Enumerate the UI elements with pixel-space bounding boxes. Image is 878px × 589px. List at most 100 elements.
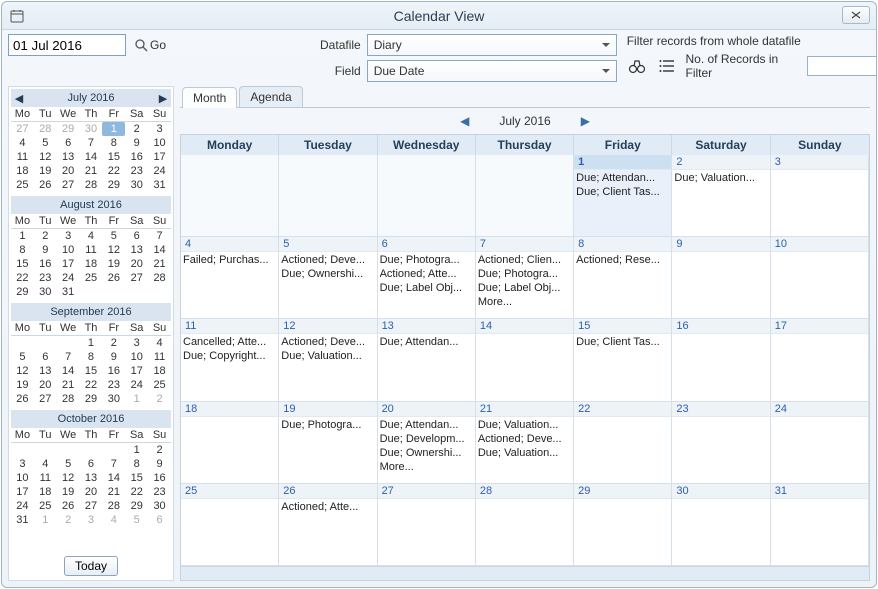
calendar-cell[interactable]: 16 xyxy=(672,319,770,401)
mini-day[interactable]: 28 xyxy=(80,178,103,192)
mini-day[interactable]: 20 xyxy=(80,485,103,499)
event-item[interactable]: Due; Ownershi... xyxy=(281,267,374,281)
mini-day[interactable]: 16 xyxy=(34,257,57,271)
event-item[interactable]: Actioned; Clien... xyxy=(478,253,571,267)
mini-day[interactable]: 11 xyxy=(80,243,103,257)
mini-day[interactable]: 19 xyxy=(57,485,80,499)
mini-day[interactable]: 25 xyxy=(148,378,171,392)
mini-day[interactable]: 20 xyxy=(57,164,80,178)
mini-day[interactable]: 4 xyxy=(11,136,34,150)
mini-day[interactable]: 26 xyxy=(11,392,34,406)
list-icon[interactable] xyxy=(656,55,677,77)
event-item[interactable]: Due; Attendan... xyxy=(380,418,473,432)
mini-day[interactable]: 22 xyxy=(11,271,34,285)
calendar-cell[interactable]: 24 xyxy=(771,402,869,484)
mini-day[interactable]: 11 xyxy=(11,150,34,164)
mini-day-other[interactable]: 30 xyxy=(80,122,103,136)
mini-day[interactable]: 12 xyxy=(57,471,80,485)
date-input[interactable] xyxy=(8,34,126,56)
mini-day[interactable]: 29 xyxy=(102,178,125,192)
event-item[interactable]: Due; Label Obj... xyxy=(478,281,571,295)
mini-day[interactable]: 5 xyxy=(57,457,80,471)
mini-day[interactable]: 2 xyxy=(125,122,148,136)
calendar-cell[interactable]: 5Actioned; Deve...Due; Ownershi... xyxy=(279,237,377,319)
calendar-cell[interactable]: 2Due; Valuation... xyxy=(672,155,770,237)
calendar-cell[interactable]: 11Cancelled; Atte...Due; Copyright... xyxy=(181,319,279,401)
mini-day-other[interactable]: 1 xyxy=(34,513,57,527)
event-item[interactable]: Due; Client Tas... xyxy=(576,335,669,349)
mini-day[interactable]: 6 xyxy=(125,229,148,243)
mini-day[interactable]: 8 xyxy=(11,243,34,257)
mini-day[interactable]: 27 xyxy=(57,178,80,192)
event-item[interactable]: Actioned; Deve... xyxy=(478,432,571,446)
mini-day[interactable]: 22 xyxy=(80,378,103,392)
mini-day[interactable]: 1 xyxy=(125,443,148,457)
event-item[interactable]: Actioned; Atte... xyxy=(380,267,473,281)
event-item[interactable]: Due; Label Obj... xyxy=(380,281,473,295)
mini-day[interactable]: 17 xyxy=(125,364,148,378)
mini-day[interactable]: 5 xyxy=(102,229,125,243)
mini-day[interactable]: 8 xyxy=(102,136,125,150)
event-item[interactable]: More... xyxy=(478,295,571,309)
mini-day[interactable]: 12 xyxy=(102,243,125,257)
calendar-cell[interactable]: 26Actioned; Atte... xyxy=(279,484,377,566)
calendar-cell[interactable]: 7Actioned; Clien...Due; Photogra...Due; … xyxy=(476,237,574,319)
record-count-field[interactable] xyxy=(807,56,877,76)
calendar-cell[interactable]: 23 xyxy=(672,402,770,484)
mini-day-other[interactable]: 4 xyxy=(102,513,125,527)
calendar-cell[interactable]: 30 xyxy=(672,484,770,566)
mini-day[interactable]: 10 xyxy=(11,471,34,485)
mini-day[interactable]: 28 xyxy=(148,271,171,285)
mini-day[interactable]: 7 xyxy=(102,457,125,471)
mini-day[interactable]: 22 xyxy=(125,485,148,499)
mini-day[interactable]: 13 xyxy=(57,150,80,164)
mini-day[interactable]: 23 xyxy=(148,485,171,499)
mini-day[interactable]: 19 xyxy=(34,164,57,178)
calendar-cell[interactable]: 21Due; Valuation...Actioned; Deve...Due;… xyxy=(476,402,574,484)
calendar-cell[interactable]: 13Due; Attendan... xyxy=(378,319,476,401)
mini-day[interactable]: 25 xyxy=(34,499,57,513)
mini-day[interactable]: 20 xyxy=(125,257,148,271)
next-month-button[interactable]: ▶ xyxy=(581,114,590,128)
mini-day[interactable]: 23 xyxy=(102,378,125,392)
event-item[interactable]: Actioned; Deve... xyxy=(281,335,374,349)
go-button[interactable]: Go xyxy=(130,34,170,56)
mini-day[interactable]: 2 xyxy=(102,336,125,350)
calendar-cell[interactable]: 20Due; Attendan...Due; Developm...Due; O… xyxy=(378,402,476,484)
event-item[interactable]: Due; Valuation... xyxy=(478,446,571,460)
mini-day[interactable]: 16 xyxy=(148,471,171,485)
mini-day-other[interactable]: 28 xyxy=(34,122,57,136)
event-item[interactable]: Actioned; Atte... xyxy=(281,500,374,514)
mini-day[interactable]: 17 xyxy=(148,150,171,164)
mini-day[interactable]: 14 xyxy=(102,471,125,485)
mini-day[interactable]: 18 xyxy=(148,364,171,378)
event-item[interactable]: More... xyxy=(380,460,473,474)
event-item[interactable]: Due; Valuation... xyxy=(674,171,767,185)
calendar-cell[interactable]: 25 xyxy=(181,484,279,566)
mini-day[interactable]: 9 xyxy=(102,350,125,364)
mini-day[interactable]: 30 xyxy=(102,392,125,406)
mini-day[interactable]: 7 xyxy=(57,350,80,364)
mini-day[interactable]: 9 xyxy=(148,457,171,471)
mini-day[interactable]: 29 xyxy=(125,499,148,513)
calendar-cell[interactable]: 4Failed; Purchas... xyxy=(181,237,279,319)
calendar-cell[interactable]: 31 xyxy=(771,484,869,566)
mini-day[interactable]: 13 xyxy=(34,364,57,378)
close-button[interactable] xyxy=(842,6,870,24)
mini-day[interactable]: 3 xyxy=(11,457,34,471)
mini-day[interactable]: 6 xyxy=(80,457,103,471)
calendar-cell[interactable]: 8Actioned; Rese... xyxy=(574,237,672,319)
mini-day[interactable]: 14 xyxy=(80,150,103,164)
mini-day[interactable]: 20 xyxy=(34,378,57,392)
mini-day-other[interactable]: 6 xyxy=(148,513,171,527)
mini-day-other[interactable]: 2 xyxy=(148,392,171,406)
mini-day[interactable]: 12 xyxy=(11,364,34,378)
mini-day[interactable]: 31 xyxy=(57,285,80,299)
event-item[interactable]: Actioned; Rese... xyxy=(576,253,669,267)
calendar-cell[interactable]: 1Due; Attendan...Due; Client Tas... xyxy=(574,155,672,237)
calendar-cell[interactable]: 12Actioned; Deve...Due; Valuation... xyxy=(279,319,377,401)
mini-next-button[interactable]: ▶ xyxy=(157,92,169,104)
calendar-cell[interactable]: 9 xyxy=(672,237,770,319)
mini-day[interactable]: 17 xyxy=(11,485,34,499)
event-item[interactable]: Due; Photogra... xyxy=(478,267,571,281)
